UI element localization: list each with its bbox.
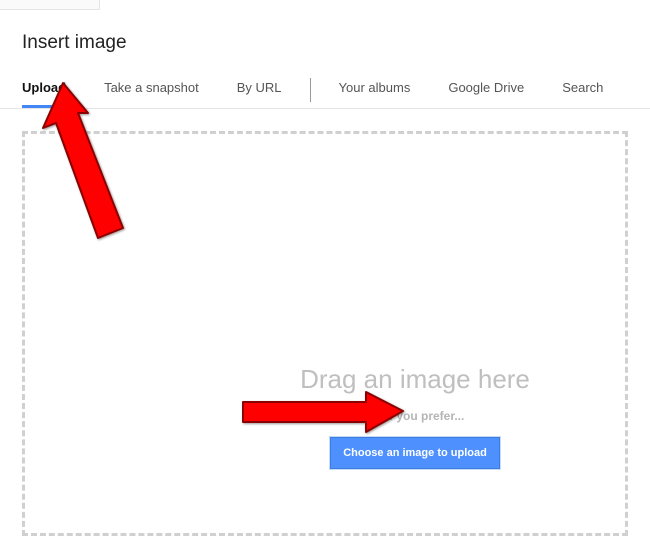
tab-google-drive[interactable]: Google Drive	[448, 72, 524, 108]
upload-panel: Drag an image here Or, if you prefer... …	[0, 109, 650, 536]
tab-by-url[interactable]: By URL	[237, 72, 282, 108]
tab-your-albums[interactable]: Your albums	[339, 72, 411, 108]
window-chrome-stub	[0, 0, 100, 10]
tab-divider	[310, 78, 311, 102]
tab-bar: Upload Take a snapshot By URL Your album…	[0, 72, 650, 109]
tab-search[interactable]: Search	[562, 72, 603, 108]
dropzone[interactable]: Drag an image here Or, if you prefer... …	[22, 131, 628, 536]
dialog-title: Insert image	[0, 20, 650, 72]
drag-hint-text: Drag an image here	[25, 364, 625, 395]
dropzone-content: Drag an image here Or, if you prefer... …	[25, 364, 625, 469]
tab-upload[interactable]: Upload	[22, 72, 66, 108]
or-text: Or, if you prefer...	[25, 409, 625, 423]
choose-image-button[interactable]: Choose an image to upload	[330, 437, 500, 469]
insert-image-dialog: Insert image Upload Take a snapshot By U…	[0, 10, 650, 536]
tab-snapshot[interactable]: Take a snapshot	[104, 72, 199, 108]
